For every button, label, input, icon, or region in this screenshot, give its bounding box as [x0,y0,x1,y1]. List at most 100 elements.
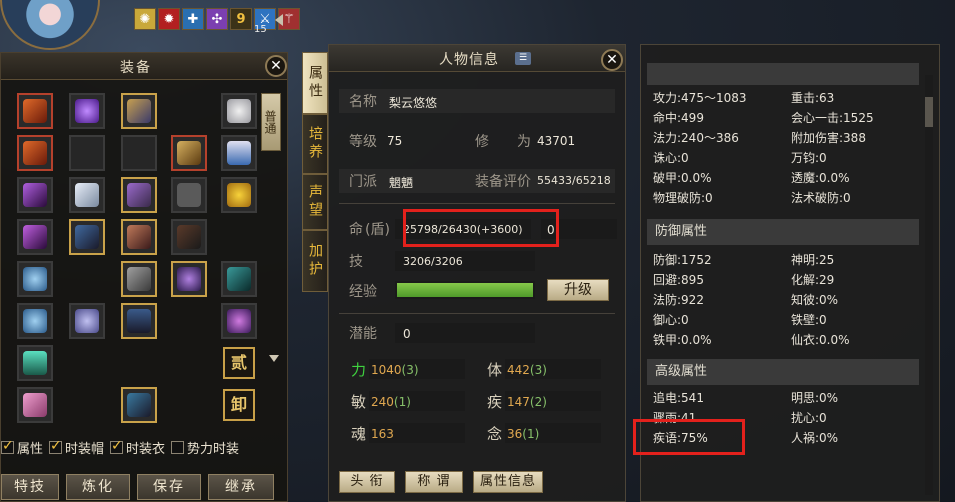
name-label: 名称 [349,94,377,110]
equip-slot-gem[interactable] [171,261,207,297]
save-button[interactable]: 保存 [137,474,201,500]
buff-nine-icon[interactable]: 9 [230,8,252,30]
equip-slot-cloak[interactable] [221,135,257,171]
character-title: 人物信息 [439,52,499,68]
checkbox-icon[interactable] [171,440,185,454]
equip-slot-bracer[interactable] [121,93,157,129]
character-info-panel: 人物信息 ☰ ✕ 名称 梨云悠悠 等级 75 修 为 43701 门派 魍魉 装… [328,44,626,502]
equip-slot-hat[interactable] [221,93,257,129]
attr-bonus-text: (3) [529,363,547,377]
equip-slot-armor[interactable] [121,177,157,213]
unequip-button[interactable]: 卸 [223,389,255,421]
title-button[interactable]: 头 衔 [339,471,395,493]
equip-slot-bow[interactable] [17,177,53,213]
attr-constitution-label: 体 [487,361,503,379]
equip-slot-empty-1[interactable] [69,135,105,171]
equip-slot-pet[interactable] [221,177,257,213]
buff-cross-icon[interactable]: ✚ [182,8,204,30]
equip-slot-mount[interactable] [221,261,257,297]
seal-button-2[interactable]: 贰 [223,347,255,379]
level-label: 等级 [349,134,377,150]
equip-slot-weapon-2[interactable] [17,135,53,171]
equip-slot-spirit[interactable] [221,303,257,339]
equipment-title: 装备 [120,60,152,76]
scrollbar-thumb[interactable] [925,97,933,127]
checkbox-attributes[interactable]: 属性 [1,438,43,457]
stat-entry: 人祸:0% [791,431,839,445]
normal-mode-tab[interactable]: 普通 [261,93,281,151]
basic-section-header [647,63,919,85]
equip-slot-ring-2[interactable] [17,303,53,339]
equip-slot-belt[interactable] [121,219,157,255]
display-options: 属性 时装帽 时装衣 势力时装 [1,437,287,457]
equip-slot-feather[interactable] [69,177,105,213]
stat-entry: 附加伤害:388 [791,131,866,145]
stat-entry: 神明:25 [791,253,835,267]
equip-slot-orb[interactable] [69,93,105,129]
special-skill-button[interactable]: 特技 [1,474,59,500]
skill-value: 3206/3206 [403,255,463,268]
stat-entry: 仙衣:0.0% [791,333,850,347]
attribute-info-button[interactable]: 属性信息 [473,471,543,493]
stat-entry: 透魔:0.0% [791,171,850,185]
equip-slot-necklace[interactable] [17,345,53,381]
refine-button[interactable]: 炼化 [66,474,130,500]
stat-entry: 会心一击:1525 [791,111,874,125]
equip-slot-staff[interactable] [171,219,207,255]
cultivation-value: 43701 [537,134,576,148]
equip-slot-bow-2[interactable] [17,219,53,255]
tab-reputation[interactable]: 声望 [302,174,328,230]
buff-fire-icon[interactable]: ✹ [158,8,180,30]
buff-pinwheel-icon[interactable]: ✣ [206,8,228,30]
equip-slot-ring[interactable] [17,261,53,297]
equip-slot-empty-2[interactable] [121,135,157,171]
checkbox-icon[interactable] [49,438,63,454]
attr-soul-label: 魂 [351,425,367,443]
stat-entry: 法术破防:0 [791,191,851,205]
close-icon[interactable]: ✕ [265,55,287,77]
equip-slot-boots[interactable] [121,387,157,423]
tab-protection[interactable]: 加护 [302,230,328,292]
attr-value-text: 1040 [371,363,402,377]
equip-slot-whip[interactable] [69,219,105,255]
potential-value: 0 [403,327,411,341]
checkbox-icon[interactable] [1,438,14,454]
inherit-button[interactable]: 继承 [208,474,274,500]
exp-bar-fill [397,283,533,297]
potential-field [395,323,535,343]
stat-entry: 防御:1752 [653,253,712,267]
divider [339,203,615,204]
stats-panel: 攻力:475～1083 重击:63 命中:499 会心一击:1525 法力:240～38… [633,44,940,502]
checkbox-faction-fashion[interactable]: 势力时装 [171,438,239,457]
equip-slot-vest[interactable] [171,177,207,213]
name-value: 梨云悠悠 [389,96,438,110]
stat-entry: 铁甲:0.0% [653,333,712,347]
list-icon[interactable]: ☰ [515,52,531,65]
buff-collapse-arrow-icon[interactable] [275,14,283,26]
checkbox-fashion-clothes[interactable]: 时装衣 [110,438,165,457]
nickname-button[interactable]: 称 谓 [405,471,463,493]
equip-score-value: 55433/65218 [537,174,611,187]
checkbox-fashion-hat[interactable]: 时装帽 [49,438,104,457]
equip-slot-talisman[interactable] [17,387,53,423]
tab-attributes[interactable]: 属性 [302,52,328,114]
equip-slot-beast[interactable] [69,303,105,339]
highlight-hp-box [403,209,559,247]
player-portrait[interactable] [0,0,100,50]
expand-arrow-icon[interactable] [269,355,279,362]
buff-swirl-icon[interactable]: ✺ [134,8,156,30]
attr-strength-label: 力 [351,361,367,379]
tab-training[interactable]: 培养 [302,114,328,174]
checkbox-icon[interactable] [110,438,124,454]
stat-entry: 回避:895 [653,273,704,287]
attr-speed-label: 疾 [487,393,503,411]
attr-soul-value: 163 [371,427,394,441]
close-icon[interactable]: ✕ [601,49,623,71]
equip-slot-amulet[interactable] [171,135,207,171]
upgrade-button[interactable]: 升级 [547,279,609,301]
equip-slot-weapon[interactable] [17,93,53,129]
equip-slot-pants[interactable] [121,303,157,339]
equip-slot-sash[interactable] [121,261,157,297]
scrollbar[interactable] [925,75,933,495]
attr-value-text: 36 [507,427,523,441]
